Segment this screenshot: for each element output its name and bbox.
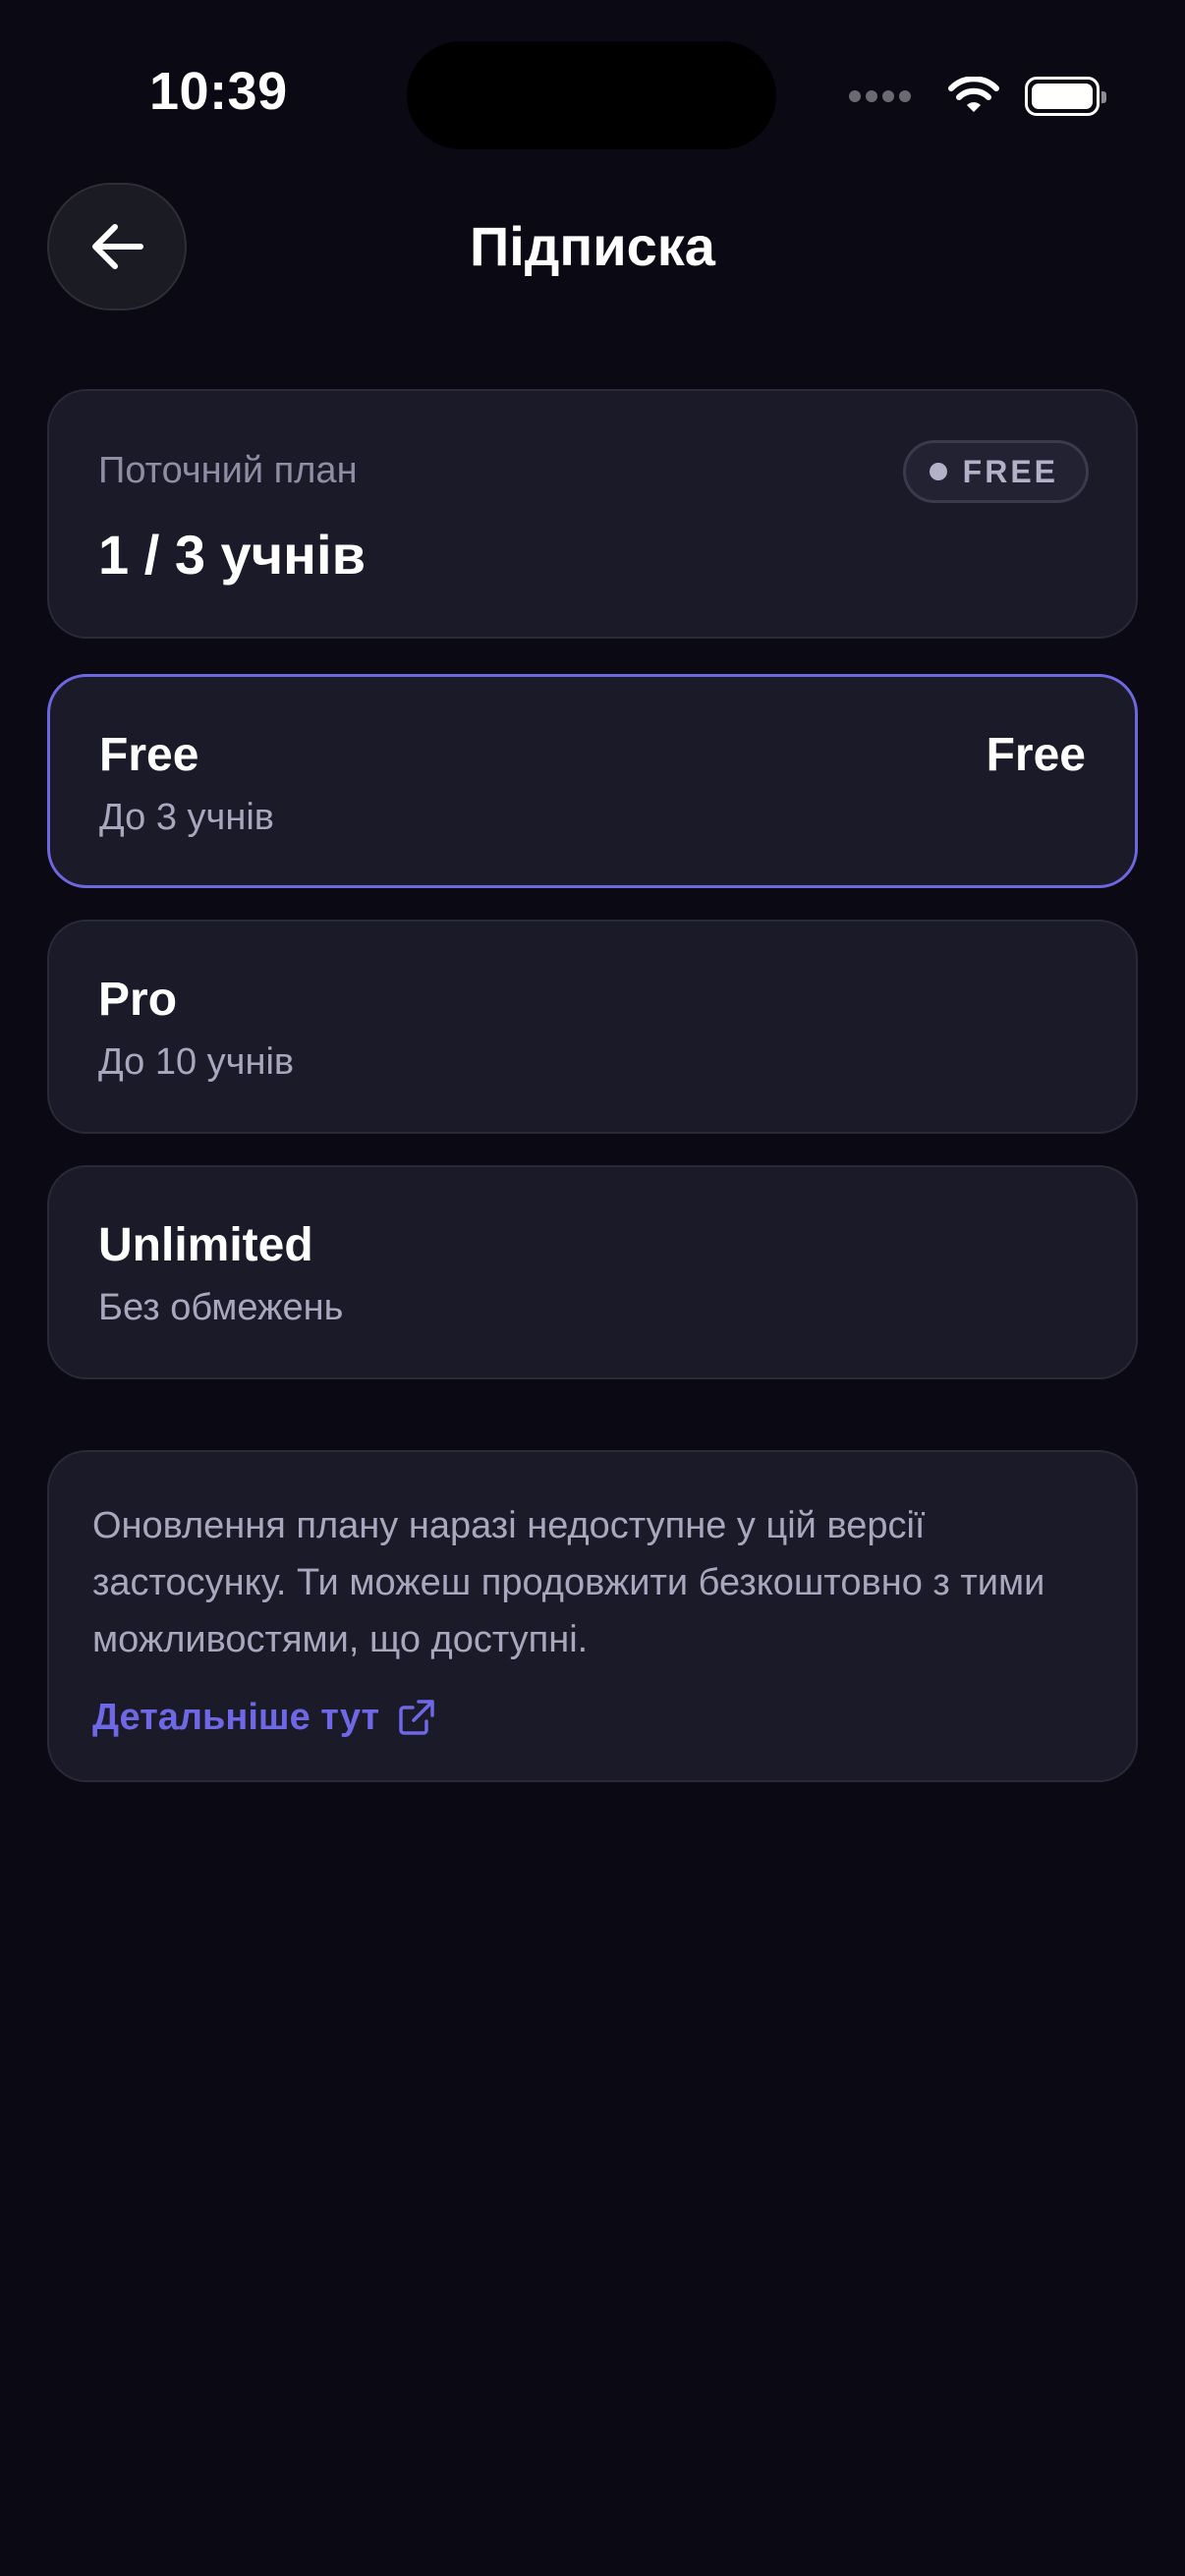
plan-option-pro[interactable]: Pro До 10 учнів bbox=[47, 920, 1138, 1134]
details-link[interactable]: Детальніше тут bbox=[92, 1692, 436, 1743]
status-time: 10:39 bbox=[149, 62, 288, 121]
current-plan-usage: 1 / 3 учнів bbox=[98, 524, 366, 586]
upgrade-unavailable-text: Оновлення плану наразі недоступне у цій … bbox=[92, 1505, 1045, 1660]
badge-label: FREE bbox=[962, 453, 1058, 489]
plan-name: Unlimited bbox=[98, 1219, 313, 1271]
page-title: Підписка bbox=[470, 215, 715, 277]
plan-status-badge: FREE bbox=[902, 440, 1089, 503]
battery-icon bbox=[1025, 77, 1106, 116]
subscription-screen: 10:39 Підписка Поточний план 1 / 3 учнів… bbox=[0, 0, 1185, 2576]
plan-option-free[interactable]: Free Free До 3 учнів bbox=[47, 674, 1138, 888]
plan-price: Free bbox=[986, 729, 1086, 781]
plan-description: До 10 учнів bbox=[98, 1041, 295, 1083]
external-link-icon bbox=[399, 1700, 434, 1735]
plan-name: Free bbox=[99, 729, 199, 781]
plan-description: До 3 учнів bbox=[99, 797, 274, 838]
badge-dot-icon bbox=[929, 463, 947, 480]
dynamic-island bbox=[407, 41, 776, 149]
wifi-icon bbox=[948, 77, 999, 112]
plan-description: Без обмежень bbox=[98, 1287, 344, 1328]
plan-option-unlimited[interactable]: Unlimited Без обмежень bbox=[47, 1165, 1138, 1379]
cellular-signal-icon bbox=[849, 90, 911, 102]
upgrade-info-card: Оновлення плану наразі недоступне у цій … bbox=[47, 1450, 1138, 1782]
plan-name: Pro bbox=[98, 974, 178, 1026]
details-link-label: Детальніше тут bbox=[92, 1696, 380, 1738]
current-plan-label: Поточний план bbox=[98, 450, 358, 491]
status-icons bbox=[849, 75, 1106, 118]
current-plan-card: Поточний план 1 / 3 учнів FREE bbox=[47, 389, 1138, 639]
